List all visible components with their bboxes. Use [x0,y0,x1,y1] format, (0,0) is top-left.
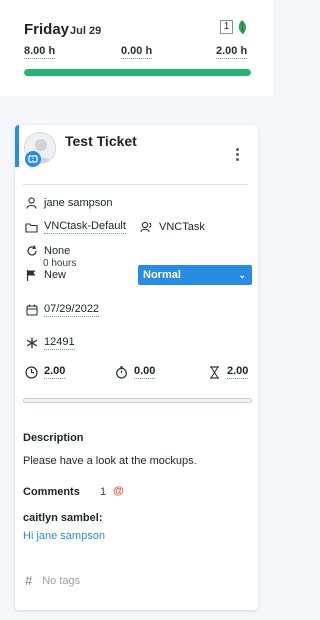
project-type-row[interactable]: VNCTask [140,220,205,233]
header-divider [23,184,248,185]
status-row[interactable]: New [25,268,66,281]
comment-mention-link[interactable]: jane sampson [36,530,105,542]
hash-icon: # [25,573,33,588]
assignee-name: jane sampson [44,196,113,209]
day-progress-fill [24,69,251,76]
tags-placeholder: No tags [42,574,81,587]
kebab-menu-icon[interactable] [233,147,241,163]
comment-greeting: Hi [23,530,37,542]
time-remaining-value: 2.00 [227,365,249,379]
day-progress-bar [24,69,251,76]
folder-icon [25,221,38,234]
clock-icon [25,365,38,379]
refresh-icon [25,244,38,257]
time-timer-value: 0.00 [134,365,156,379]
ticket-card[interactable]: Test Ticket jane sampson VNCtask-Default… [15,125,258,610]
priority-value: Normal [143,269,181,281]
time-spent-value: 2.00 [44,365,66,379]
recurrence-row[interactable]: None [25,244,70,257]
day-summary-panel: Friday Jul 29 1 8.00 h 0.00 h 2.00 h [0,0,273,96]
project-row[interactable]: VNCtask-Default [25,220,126,234]
time-progress-bar [23,398,252,403]
tags-row[interactable]: # No tags [25,573,80,588]
estimated-hours: 0 hours [43,258,77,269]
due-date-row[interactable]: 07/29/2022 [25,303,100,317]
comment-author: caitlyn sambel: [23,512,103,524]
project-name: VNCtask-Default [44,220,126,234]
hours-logged: 8.00 h [24,45,56,59]
asterisk-icon [25,337,38,350]
hours-remaining: 2.00 h [216,45,248,59]
day-name: Friday [24,21,70,38]
comment-body: Hi jane sampson [23,530,105,542]
description-title: Description [23,432,84,444]
status-value: New [44,268,67,281]
chevron-down-icon: ⌄ [238,270,246,280]
stopwatch-icon [115,365,128,379]
ticket-id-row[interactable]: 12491 [25,336,75,350]
flag-icon [25,268,38,281]
comments-count: 1 [100,486,107,498]
due-date: 07/29/2022 [44,303,100,317]
project-type: VNCTask [159,220,205,233]
hours-pending: 0.00 h [121,45,153,59]
calendar-icon [25,304,38,317]
ticket-title[interactable]: Test Ticket [65,133,137,149]
hourglass-icon [208,365,221,379]
recurrence-value: None [44,244,71,257]
mention-icon[interactable]: @ [113,485,124,497]
time-spent[interactable]: 2.00 [25,365,66,379]
assignee-row[interactable]: jane sampson [25,196,113,209]
card-accent-bar [15,125,19,167]
description-text: Please have a look at the mockups. [23,455,197,467]
time-remaining[interactable]: 2.00 [208,365,249,379]
person-icon [25,196,38,209]
comments-title[interactable]: Comments [23,486,80,498]
user-group-icon [140,220,153,233]
leaf-icon [238,20,247,35]
time-timer[interactable]: 0.00 [115,365,156,379]
day-count-badge[interactable]: 1 [220,20,233,34]
priority-select[interactable]: Normal ⌄ [138,265,252,285]
day-date: Jul 29 [70,25,102,37]
ticket-icon [25,151,41,167]
ticket-id: 12491 [44,336,75,350]
